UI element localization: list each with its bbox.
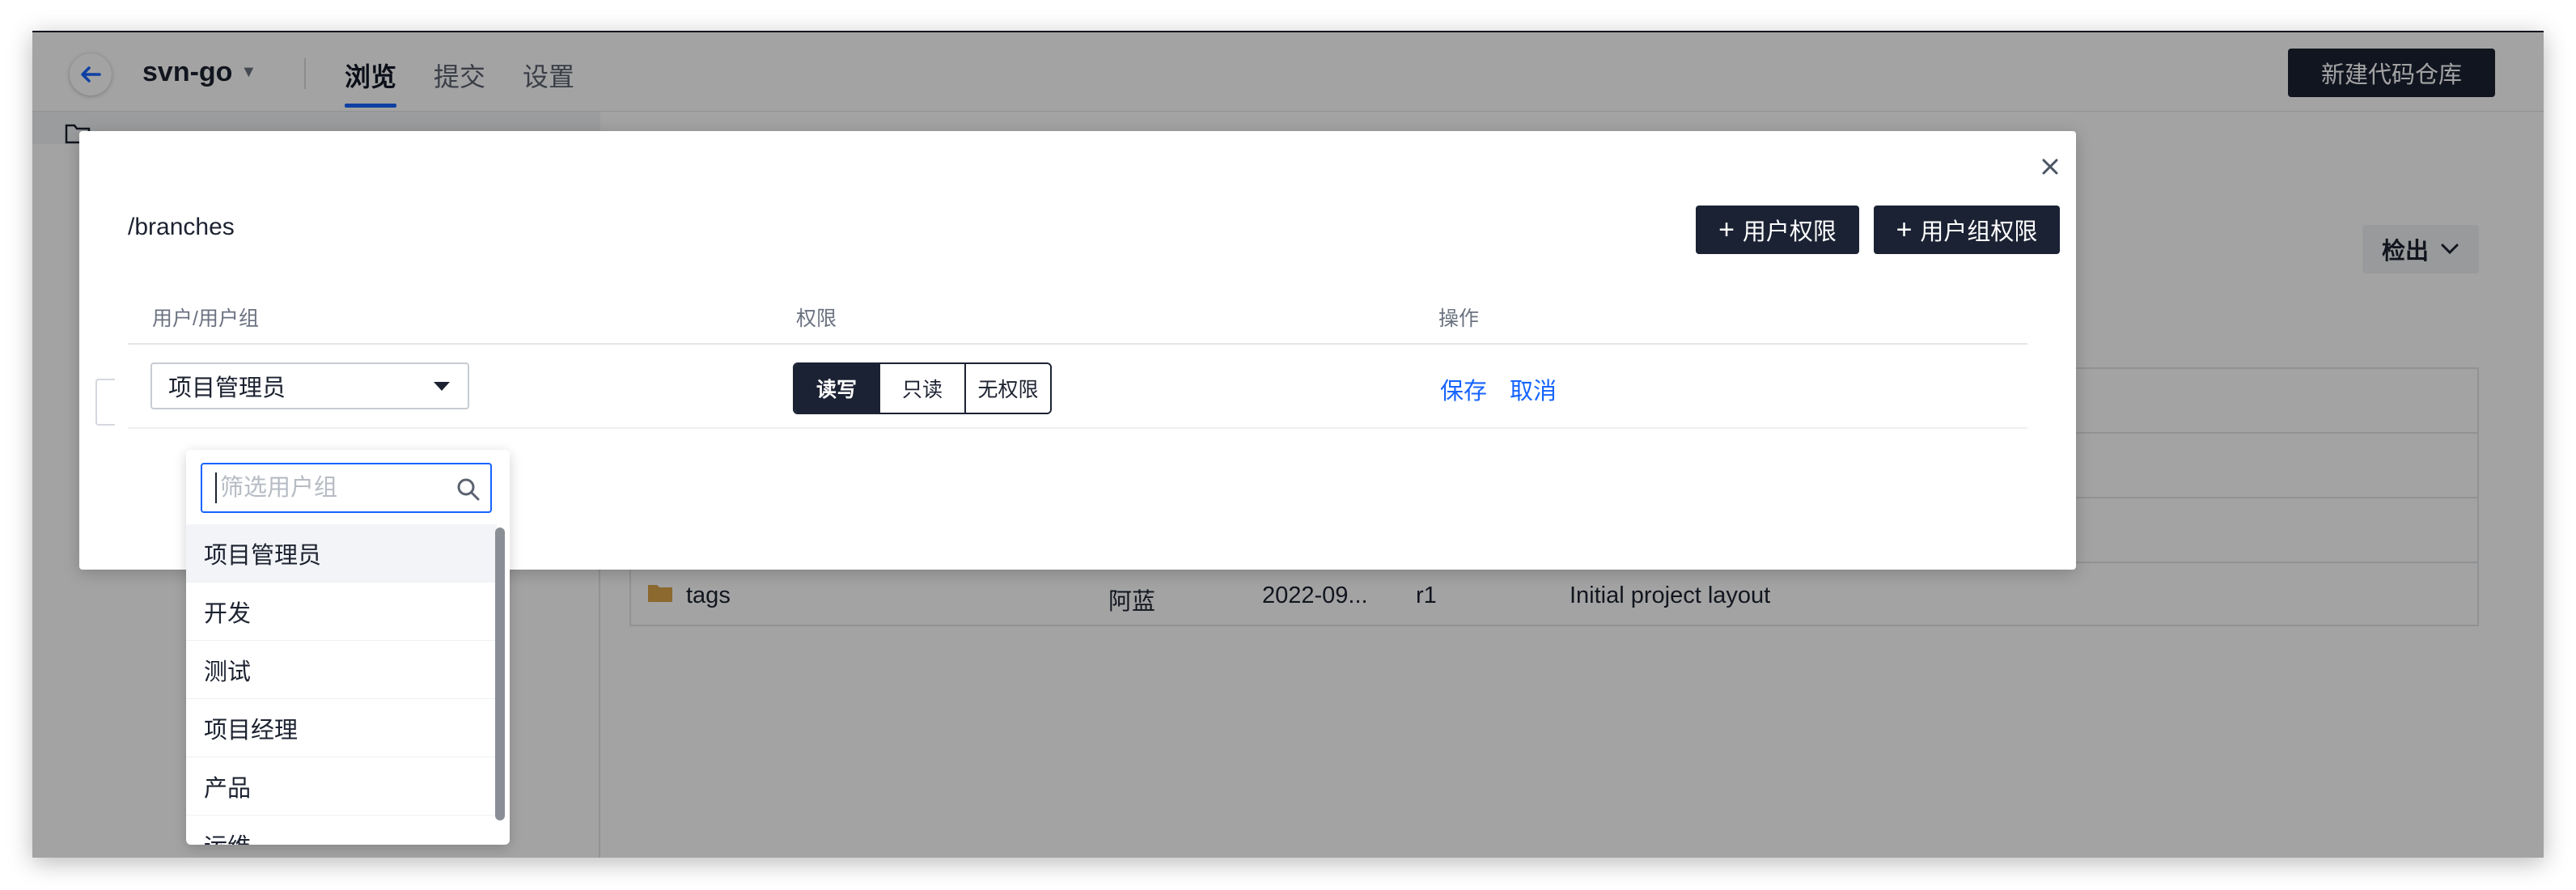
close-icon [2042,159,2058,175]
caret-down-icon [434,382,450,391]
user-group-select[interactable]: 项目管理员 [150,362,469,409]
group-filter-input[interactable] [215,473,450,503]
cancel-link[interactable]: 取消 [1510,372,1557,406]
app-window: svn-go ▼ 浏览 提交 设置 新建代码仓库 检出 tags 阿蓝 2022… [32,31,2544,858]
permission-read-write[interactable]: 读写 [794,364,880,413]
table-header-divider [128,343,2027,345]
search-icon [457,478,480,501]
column-header-user: 用户/用户组 [152,307,259,330]
dropdown-scrollbar[interactable] [495,528,505,820]
dropdown-option[interactable]: 运维 [186,816,497,846]
dropdown-option[interactable]: 项目管理员 [186,524,497,583]
row-divider [128,427,2027,429]
dropdown-option[interactable]: 测试 [186,641,497,699]
dropdown-options: 项目管理员 开发 测试 项目经理 产品 运维 [186,524,497,845]
plus-icon: + [1896,214,1913,245]
partially-hidden-input[interactable] [95,379,115,426]
close-button[interactable] [2031,147,2070,186]
add-group-permission-label: 用户组权限 [1920,219,2038,245]
permission-toggle-group: 读写 只读 无权限 [793,362,1052,414]
dropdown-option[interactable]: 开发 [186,583,497,641]
group-filter-field[interactable] [201,463,492,513]
permission-none[interactable]: 无权限 [966,364,1050,413]
selected-group-label: 项目管理员 [168,375,286,401]
user-group-dropdown: 项目管理员 开发 测试 项目经理 产品 运维 [186,450,510,845]
modal-path-title: /branches [128,214,235,240]
column-header-action: 操作 [1438,307,1480,330]
add-user-permission-label: 用户权限 [1742,219,1837,245]
plus-icon: + [1718,214,1735,245]
dropdown-option[interactable]: 项目经理 [186,699,497,757]
permission-read-only[interactable]: 只读 [880,364,966,413]
column-header-permission: 权限 [796,307,837,330]
add-user-permission-button[interactable]: + 用户权限 [1696,206,1859,254]
dropdown-option[interactable]: 产品 [186,757,497,816]
add-group-permission-button[interactable]: + 用户组权限 [1874,206,2060,254]
save-link[interactable]: 保存 [1440,372,1487,406]
